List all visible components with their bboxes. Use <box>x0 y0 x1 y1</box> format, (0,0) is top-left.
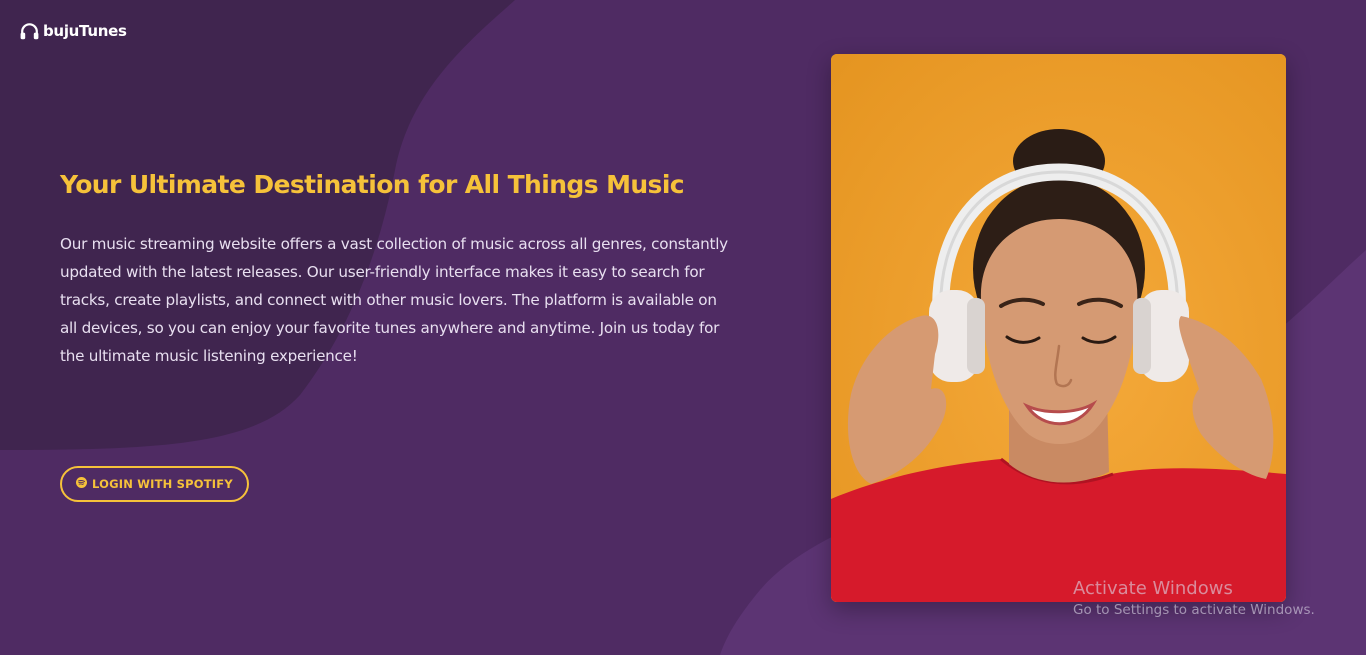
brand-name: bujuTunes <box>43 22 127 40</box>
watermark-title: Activate Windows <box>1073 578 1233 599</box>
hero-title: Your Ultimate Destination for All Things… <box>60 170 685 199</box>
spotify-icon <box>76 477 87 491</box>
headphones-icon <box>20 22 39 40</box>
hero-description: Our music streaming website offers a vas… <box>60 235 728 365</box>
windows-activation-watermark: Activate Windows Go to Settings to activ… <box>1073 578 1315 620</box>
login-with-spotify-button[interactable]: LOGIN WITH SPOTIFY <box>60 466 249 502</box>
login-with-spotify-label: LOGIN WITH SPOTIFY <box>92 477 233 491</box>
hero-photo <box>831 54 1286 602</box>
brand-logo[interactable]: bujuTunes <box>20 22 127 40</box>
watermark-subtitle: Go to Settings to activate Windows. <box>1073 602 1315 618</box>
background-dark-blob <box>0 0 515 450</box>
